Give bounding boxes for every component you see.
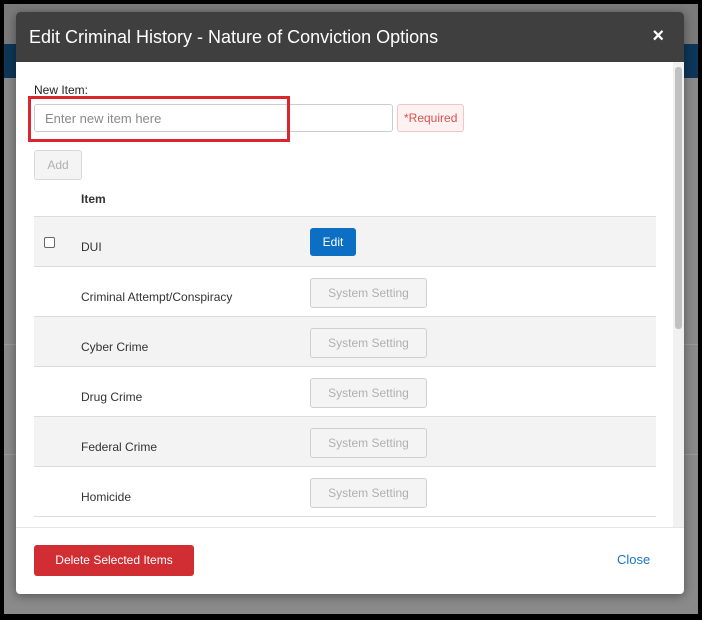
edit-button[interactable]: Edit [310, 228, 356, 256]
system-setting-button: System Setting [310, 378, 427, 408]
edit-options-modal: Edit Criminal History - Nature of Convic… [16, 12, 684, 594]
items-table: Item DUI Edit Criminal Attempt/Conspirac… [34, 186, 656, 517]
required-badge: *Required [397, 104, 465, 132]
system-setting-button: System Setting [310, 328, 427, 358]
system-setting-button: System Setting [310, 478, 427, 508]
new-item-input[interactable] [34, 104, 393, 132]
row-item-name: DUI [81, 240, 102, 254]
table-row: Cyber Crime System Setting [34, 317, 656, 367]
delete-selected-button[interactable]: Delete Selected Items [34, 545, 194, 576]
new-item-label: New Item: [34, 83, 89, 97]
footer-divider [16, 527, 684, 528]
system-setting-button: System Setting [310, 428, 427, 458]
scrollbar-thumb[interactable] [675, 67, 682, 329]
table-row: DUI Edit [34, 217, 656, 267]
table-row: Federal Crime System Setting [34, 417, 656, 467]
table-row: Criminal Attempt/Conspiracy System Setti… [34, 267, 656, 317]
row-item-name: Drug Crime [81, 390, 143, 404]
row-item-name: Federal Crime [81, 440, 158, 454]
close-icon[interactable]: × [652, 25, 664, 48]
table-row: Homicide System Setting [34, 467, 656, 517]
row-item-name: Homicide [81, 490, 132, 504]
row-item-name: Criminal Attempt/Conspiracy [81, 290, 233, 304]
add-button[interactable]: Add [34, 150, 82, 180]
table-row: Drug Crime System Setting [34, 367, 656, 417]
modal-title: Edit Criminal History - Nature of Convic… [29, 27, 439, 47]
table-header: Item [34, 186, 656, 217]
system-setting-button: System Setting [310, 278, 427, 308]
row-item-name: Cyber Crime [81, 340, 149, 354]
column-header-item: Item [81, 192, 106, 206]
modal-header: Edit Criminal History - Nature of Convic… [16, 12, 684, 62]
close-link[interactable]: Close [617, 552, 650, 567]
row-checkbox[interactable] [44, 237, 55, 248]
